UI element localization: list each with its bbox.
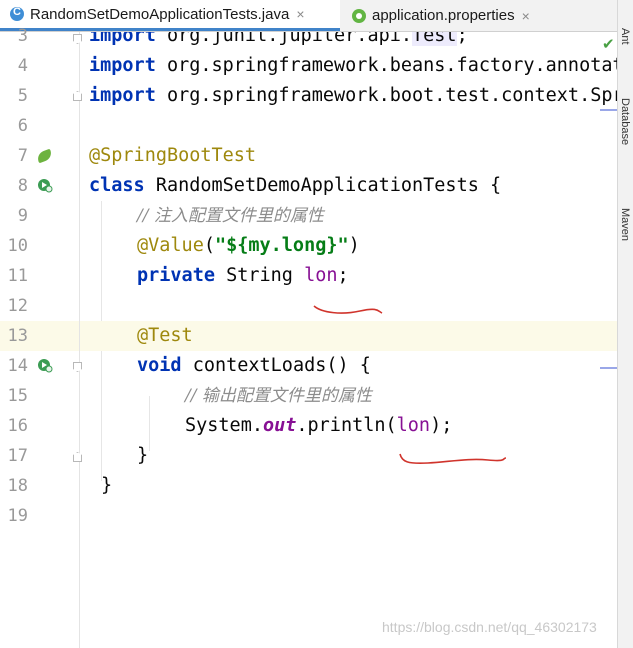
code-line-8: class RandomSetDemoApplicationTests {: [89, 171, 617, 201]
watermark: https://blog.csdn.net/qq_46302173: [382, 619, 597, 635]
line-number: 17: [7, 446, 28, 466]
line-number: 3: [17, 26, 28, 46]
java-class-icon: [10, 6, 24, 21]
code-line-14: void contextLoads() {: [137, 351, 617, 381]
run-test-icon[interactable]: [37, 357, 53, 373]
code-editor[interactable]: import org.junit.jupiter.api.Test; impor…: [80, 32, 617, 648]
string-literal: "${my.long}": [214, 235, 349, 256]
code-line-17: }: [137, 441, 617, 471]
annotation: @SpringBootTest: [89, 145, 257, 166]
editor-gutter: 3 4 5 6 7 8 9 10 11 12 13 14 15 16 17 18…: [0, 26, 82, 648]
code-line-15: // 输出配置文件里的属性: [185, 381, 617, 411]
tab-label: application.properties: [372, 7, 515, 24]
code-text: ;: [337, 265, 349, 286]
line-number: 18: [7, 476, 28, 496]
code-line-3: import org.junit.jupiter.api.Test;: [89, 32, 617, 51]
editor-tab-bar: RandomSetDemoApplicationTests.java × app…: [0, 0, 617, 32]
code-text: ;: [456, 32, 468, 46]
line-number: 4: [17, 56, 28, 76]
line-number: 9: [17, 206, 28, 226]
inspection-ok-icon[interactable]: ✔: [602, 35, 615, 53]
comment: // 注入配置文件里的属性: [137, 206, 324, 226]
line-number: 7: [17, 146, 28, 166]
code-text: ): [348, 235, 360, 256]
line-number: 11: [7, 266, 28, 286]
keyword: import: [89, 85, 156, 106]
line-number: 12: [7, 296, 28, 316]
code-text: org.springframework.boot.test.context.Sp…: [166, 85, 617, 106]
keyword: import: [89, 32, 156, 46]
line-number: 10: [7, 236, 28, 256]
code-line-11: private String lon;: [137, 261, 617, 291]
static-field: out: [262, 415, 297, 436]
spring-bean-icon[interactable]: [35, 148, 54, 164]
code-line-16: System.out.println(lon);: [185, 411, 617, 441]
run-test-icon[interactable]: [37, 177, 53, 193]
comment: // 输出配置文件里的属性: [185, 386, 372, 406]
pen-underline: [399, 453, 507, 465]
annotation: @Value: [137, 235, 204, 256]
close-icon[interactable]: ×: [296, 6, 304, 22]
line-number: 14: [7, 356, 28, 376]
tool-window-database[interactable]: Database: [619, 98, 631, 145]
line-number: 19: [7, 506, 28, 526]
keyword: class: [89, 175, 145, 196]
code-text: String: [214, 265, 305, 286]
keyword: private: [137, 265, 215, 286]
properties-file-icon: [352, 8, 366, 23]
tab-label: RandomSetDemoApplicationTests.java: [30, 5, 290, 23]
right-tool-window-bar: Ant Database Maven: [617, 0, 633, 648]
code-line-4: import org.springframework.beans.factory…: [89, 51, 617, 81]
annotation: @Test: [137, 325, 193, 346]
keyword: import: [89, 55, 156, 76]
code-text: .println(: [296, 415, 397, 436]
tool-window-ant[interactable]: Ant: [619, 28, 631, 45]
code-line-18: }: [101, 471, 617, 501]
pen-underline: [313, 305, 383, 314]
line-number: 16: [7, 416, 28, 436]
field-reference: lon: [304, 265, 338, 286]
line-number-current: 13: [0, 321, 79, 351]
highlighted-text: Test: [412, 32, 457, 46]
tab-randomsetdemoapplicationtests[interactable]: RandomSetDemoApplicationTests.java ×: [0, 0, 340, 31]
line-number: 6: [17, 116, 28, 136]
code-text: contextLoads() {: [181, 355, 371, 376]
code-line-5: import org.springframework.boot.test.con…: [89, 81, 617, 111]
code-text: org.springframework.beans.factory.annota…: [166, 55, 617, 76]
tab-application-properties[interactable]: application.properties ×: [342, 0, 617, 31]
code-line-13: @Test: [80, 321, 617, 351]
field-reference: lon: [396, 415, 431, 436]
code-text: RandomSetDemoApplicationTests {: [144, 175, 502, 196]
closing-brace: }: [137, 445, 149, 466]
close-icon[interactable]: ×: [522, 8, 530, 24]
tool-window-maven[interactable]: Maven: [619, 208, 631, 241]
closing-brace: }: [101, 475, 113, 496]
code-text: );: [430, 415, 453, 436]
line-number: 15: [7, 386, 28, 406]
line-number: 5: [17, 86, 28, 106]
line-number: 8: [17, 176, 28, 196]
code-text: org.junit.jupiter.api.: [155, 32, 413, 46]
code-text: System.: [185, 415, 263, 436]
scrollbar-marker[interactable]: [600, 109, 617, 111]
code-line-9: // 注入配置文件里的属性: [137, 201, 617, 231]
code-line-7: @SpringBootTest: [89, 141, 617, 171]
code-line-10: @Value("${my.long}"): [137, 231, 617, 261]
code-text: (: [203, 235, 215, 256]
keyword: void: [137, 355, 182, 376]
scrollbar-marker[interactable]: [600, 367, 617, 369]
